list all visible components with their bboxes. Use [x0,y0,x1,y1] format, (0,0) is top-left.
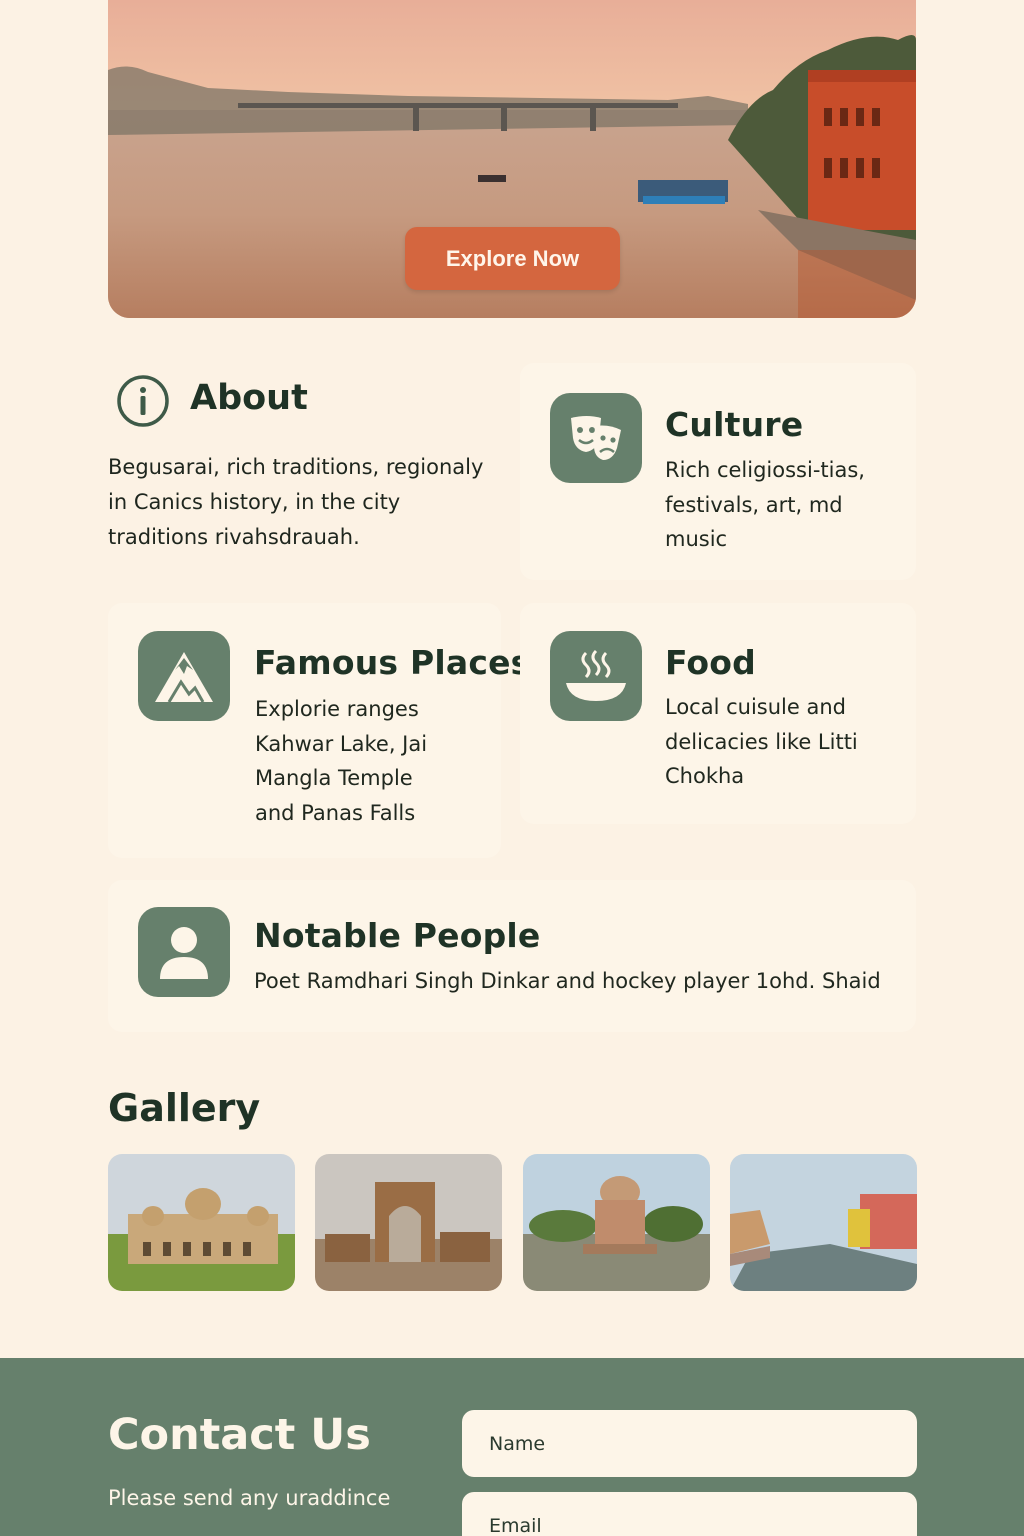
info-icon [116,374,170,432]
food-text: Local cuisule and delicacies like Litti … [665,695,858,788]
famous-places-text: Explorie ranges Kahwar Lake, Jai Mangla … [255,697,428,825]
food-title: Food [665,643,756,682]
gallery-image-temple-lake[interactable] [523,1154,710,1291]
gallery-image-palace[interactable] [108,1154,295,1291]
gallery-image-riverfront[interactable] [730,1154,917,1291]
culture-text: Rich celigiossi-tias, festivals, art, md… [665,458,865,551]
name-field[interactable]: Name [462,1410,917,1477]
name-field-placeholder: Name [489,1432,546,1455]
gallery-heading: Gallery [108,1086,261,1130]
email-field[interactable]: Email [462,1492,917,1536]
culture-card[interactable]: Culture Rich celigiossi-tias, festivals,… [520,363,916,580]
email-field-placeholder: Email [489,1514,542,1536]
culture-title: Culture [665,405,804,444]
contact-heading: Contact Us [108,1410,371,1460]
explore-now-button[interactable]: Explore Now [405,227,620,290]
contact-subtitle: Please send any uraddince [108,1486,391,1510]
notable-people-text: Poet Ramdhari Singh Dinkar and hockey pl… [254,969,881,993]
theater-masks-icon [550,393,642,483]
notable-people-title: Notable People [254,916,541,955]
famous-places-title: Famous Places [254,643,531,682]
about-heading: About [190,378,308,418]
food-card[interactable]: Food Local cuisule and delicacies like L… [520,603,916,824]
contact-section: Contact Us Please send any uraddince Nam… [0,1358,1024,1536]
mountain-icon [138,631,230,721]
gallery-image-gateway[interactable] [315,1154,502,1291]
notable-people-card[interactable]: Notable People Poet Ramdhari Singh Dinka… [108,880,916,1032]
hero-banner: Explore Now [108,0,916,318]
person-icon [138,907,230,997]
steaming-bowl-icon [550,631,642,721]
about-text: Begusarai, rich traditions, regionaly in… [108,455,484,549]
famous-places-card[interactable]: Famous Places Explorie ranges Kahwar Lak… [108,603,530,858]
